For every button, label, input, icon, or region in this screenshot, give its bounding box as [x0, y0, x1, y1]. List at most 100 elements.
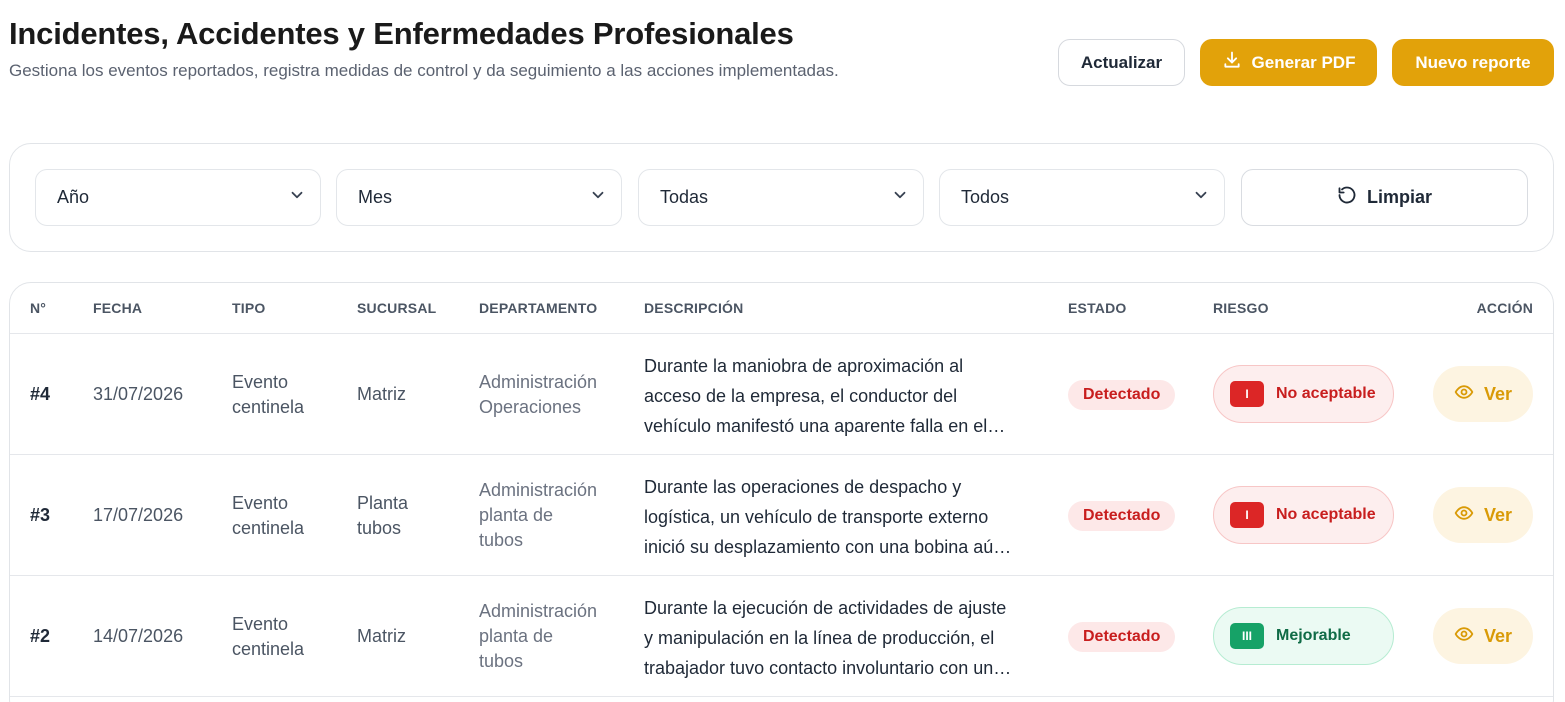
month-select[interactable]: Mes: [336, 169, 622, 226]
status-badge: Detectado: [1068, 501, 1176, 531]
row-branch-line: Matriz: [357, 626, 406, 646]
row-department-line: Administración: [479, 372, 598, 392]
row-number: #3: [30, 505, 51, 525]
col-header-status: ESTADO: [1068, 300, 1127, 316]
chevron-down-icon: [589, 186, 607, 209]
year-select-value: Año: [57, 187, 90, 207]
risk-level-marker: I: [1230, 381, 1264, 407]
row-department: Administración planta de tubos: [479, 478, 597, 553]
row-department-line: Operaciones: [479, 397, 582, 417]
table-row: #2 14/07/2026 Evento centinela Matriz Ad…: [10, 576, 1553, 697]
chevron-down-icon: [891, 186, 909, 209]
row-description: Durante la maniobra de aproximación al a…: [644, 351, 1005, 441]
clear-filters-label: Limpiar: [1366, 187, 1432, 207]
generate-pdf-button[interactable]: Generar PDF: [1200, 39, 1377, 86]
risk-level-marker: I: [1230, 502, 1264, 528]
risk-badge: I No aceptable: [1213, 486, 1394, 544]
row-description: Durante la ejecución de actividades de a…: [644, 593, 1011, 683]
risk-label: No aceptable: [1276, 385, 1376, 402]
new-report-label: Nuevo reporte: [1415, 52, 1531, 72]
col-header-type: TIPO: [232, 300, 266, 316]
row-date: 17/07/2026: [93, 505, 184, 525]
clear-filters-button[interactable]: Limpiar: [1241, 169, 1528, 226]
row-number: #4: [30, 384, 51, 404]
row-branch-line: tubos: [357, 518, 402, 538]
download-icon: [1222, 50, 1242, 75]
col-header-number: N°: [30, 300, 47, 316]
view-button[interactable]: Ver: [1433, 487, 1533, 543]
new-report-button[interactable]: Nuevo reporte: [1392, 39, 1554, 86]
row-branch: Matriz: [357, 624, 406, 649]
eye-icon: [1454, 382, 1474, 407]
row-description-line: Durante la ejecución de actividades de a…: [644, 598, 1007, 618]
col-header-action: ACCIÓN: [1476, 300, 1533, 316]
row-type-line: centinela: [232, 639, 305, 659]
row-branch-line: Matriz: [357, 384, 406, 404]
risk-level-marker: III: [1230, 623, 1264, 649]
eye-icon: [1454, 503, 1474, 528]
row-type: Evento centinela: [232, 370, 304, 420]
branch-select-value: Todas: [660, 187, 709, 207]
row-department-line: planta de: [479, 505, 554, 525]
page-title: Incidentes, Accidentes y Enfermedades Pr…: [9, 16, 794, 51]
row-description-line: y manipulación en la línea de producción…: [644, 628, 995, 648]
chevron-down-icon: [1192, 186, 1210, 209]
col-header-department: DEPARTAMENTO: [479, 300, 598, 316]
row-number: #2: [30, 626, 51, 646]
row-date: 31/07/2026: [93, 384, 184, 404]
row-description-line: inició su desplazamiento con una bobina …: [644, 537, 1012, 557]
row-branch: Matriz: [357, 382, 406, 407]
month-select-value: Mes: [358, 187, 393, 207]
row-department: Administración Operaciones: [479, 370, 597, 420]
branch-select[interactable]: Todas: [638, 169, 924, 226]
row-description-line: Durante las operaciones de despacho y: [644, 477, 962, 497]
row-type-line: Evento: [232, 372, 289, 392]
row-type-line: Evento: [232, 493, 289, 513]
view-button[interactable]: Ver: [1433, 608, 1533, 664]
row-date: 14/07/2026: [93, 626, 184, 646]
row-branch: Planta tubos: [357, 491, 408, 541]
row-type: Evento centinela: [232, 491, 304, 541]
row-description-line: trabajador tuvo contacto involuntario co…: [644, 658, 1012, 678]
status-badge: Detectado: [1068, 380, 1176, 410]
row-description: Durante las operaciones de despacho y lo…: [644, 472, 1011, 562]
row-description-line: Durante la maniobra de aproximación al: [644, 356, 964, 376]
page-subtitle: Gestiona los eventos reportados, registr…: [9, 61, 839, 80]
refresh-button[interactable]: Actualizar: [1058, 39, 1185, 86]
row-department-line: Administración: [479, 601, 598, 621]
row-type-line: centinela: [232, 518, 305, 538]
row-type: Evento centinela: [232, 612, 304, 662]
view-button-label: Ver: [1483, 625, 1513, 646]
row-department-line: tubos: [479, 651, 524, 671]
year-select[interactable]: Año: [35, 169, 321, 226]
col-header-date: FECHA: [93, 300, 143, 316]
filters-panel: Año Mes Todas Todos Limpiar: [9, 143, 1554, 252]
generate-pdf-label: Generar PDF: [1251, 52, 1356, 72]
row-description-line: vehículo manifestó una aparente falla en…: [644, 416, 1006, 436]
view-button[interactable]: Ver: [1433, 366, 1533, 422]
view-button-label: Ver: [1483, 504, 1513, 525]
risk-badge: I No aceptable: [1213, 365, 1394, 423]
status-badge: Detectado: [1068, 622, 1176, 652]
risk-badge: III Mejorable: [1213, 607, 1394, 665]
row-department-line: planta de: [479, 626, 554, 646]
status-select-value: Todos: [961, 187, 1010, 207]
col-header-branch: SUCURSAL: [357, 300, 437, 316]
table-row: #3 17/07/2026 Evento centinela Planta tu…: [10, 455, 1553, 576]
row-department-line: tubos: [479, 530, 524, 550]
row-branch-line: Planta: [357, 493, 409, 513]
row-type-line: Evento: [232, 614, 289, 634]
chevron-down-icon: [288, 186, 306, 209]
status-select[interactable]: Todos: [939, 169, 1225, 226]
table-row: #4 31/07/2026 Evento centinela Matriz Ad…: [10, 334, 1553, 455]
row-department: Administración planta de tubos: [479, 599, 597, 674]
refresh-button-label: Actualizar: [1080, 52, 1163, 72]
risk-label: No aceptable: [1276, 506, 1376, 523]
col-header-risk: RIESGO: [1213, 300, 1269, 316]
col-header-description: DESCRIPCIÓN: [644, 300, 744, 316]
row-description-line: acceso de la empresa, el conductor del: [644, 386, 958, 406]
row-type-line: centinela: [232, 397, 305, 417]
reset-icon: [1337, 185, 1357, 210]
risk-label: Mejorable: [1276, 627, 1351, 644]
row-department-line: Administración: [479, 480, 598, 500]
